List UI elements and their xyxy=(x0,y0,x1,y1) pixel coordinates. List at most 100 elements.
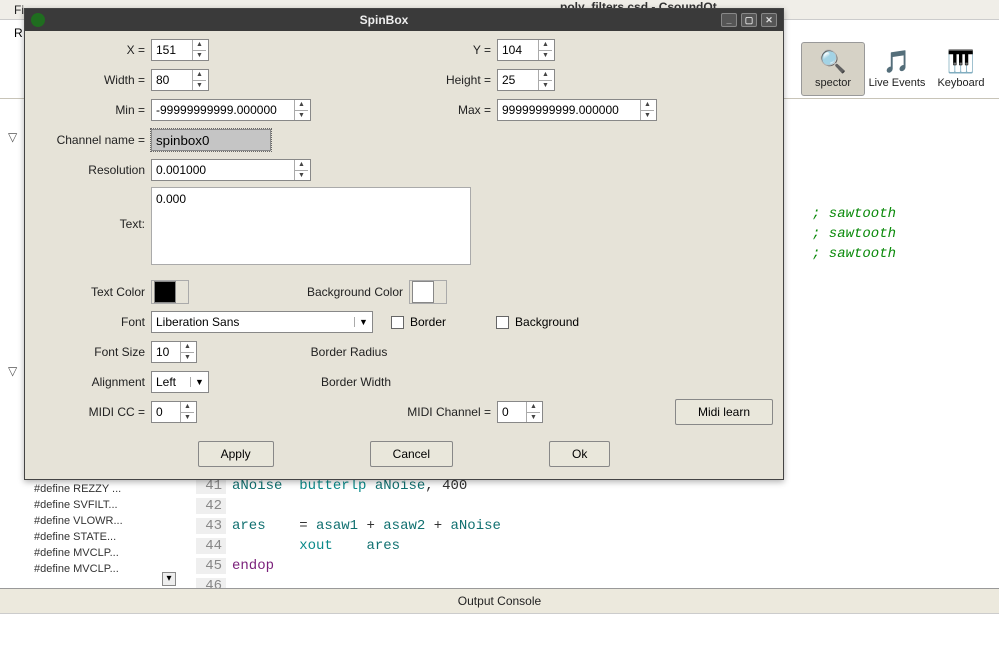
stepper-up-icon[interactable]: ▲ xyxy=(539,40,552,51)
ok-button[interactable]: Ok xyxy=(549,441,610,467)
stepper-down-icon[interactable]: ▼ xyxy=(181,353,194,363)
stepper-down-icon[interactable]: ▼ xyxy=(527,413,540,423)
stepper-up-icon[interactable]: ▲ xyxy=(181,342,194,353)
width-input[interactable] xyxy=(152,70,192,90)
text-field[interactable]: 0.000 xyxy=(151,187,471,265)
panel-collapse-icon[interactable]: ▽ xyxy=(8,364,24,378)
define-item[interactable]: #define REZZY ... xyxy=(34,481,179,497)
line-number: 44 xyxy=(196,538,226,554)
midi-channel-spinner[interactable]: ▲▼ xyxy=(497,401,543,423)
font-size-input[interactable] xyxy=(152,342,180,362)
toolbar-label: Live Events xyxy=(869,77,926,89)
stepper-up-icon[interactable]: ▲ xyxy=(193,70,206,81)
minimize-icon[interactable]: _ xyxy=(721,13,737,27)
chevron-down-icon[interactable]: ▼ xyxy=(190,377,208,387)
dialog-titlebar[interactable]: SpinBox _ ▢ ✕ xyxy=(25,9,783,31)
y-input[interactable] xyxy=(498,40,538,60)
defines-dropdown-icon[interactable]: ▾ xyxy=(162,572,176,586)
x-input[interactable] xyxy=(152,40,192,60)
define-item[interactable]: #define VLOWR... xyxy=(34,513,179,529)
line-number: 43 xyxy=(196,518,226,534)
panel-collapse-icon[interactable]: ▽ xyxy=(8,130,24,144)
font-size-spinner[interactable]: ▲▼ xyxy=(151,341,197,363)
stepper-down-icon[interactable]: ▼ xyxy=(193,51,206,61)
code-text: ares = asaw1 + asaw2 + aNoise xyxy=(232,518,501,534)
text-color-label: Text Color xyxy=(35,285,151,299)
stepper-down-icon[interactable]: ▼ xyxy=(295,171,308,181)
stepper-down-icon[interactable]: ▼ xyxy=(295,111,308,121)
height-spinner[interactable]: ▲▼ xyxy=(497,69,555,91)
max-spinner[interactable]: ▲▼ xyxy=(497,99,657,121)
code-text: xout ares xyxy=(232,538,400,554)
define-item[interactable]: #define SVFILT... xyxy=(34,497,179,513)
define-item[interactable]: #define MVCLP... xyxy=(34,545,179,561)
midi-cc-input[interactable] xyxy=(152,402,180,422)
chevron-down-icon[interactable]: ▼ xyxy=(354,317,372,327)
spinbox-properties-dialog: SpinBox _ ▢ ✕ X = ▲▼ Y = ▲▼ Width = ▲▼ xyxy=(24,8,784,480)
text-color-button[interactable] xyxy=(151,280,189,304)
cancel-button[interactable]: Cancel xyxy=(370,441,453,467)
toolbar-keyboard[interactable]: 🎹Keyboard xyxy=(929,42,993,96)
background-checkbox[interactable] xyxy=(496,316,509,329)
stepper-up-icon[interactable]: ▲ xyxy=(641,100,654,111)
resolution-input[interactable] xyxy=(152,160,294,180)
stepper-up-icon[interactable]: ▲ xyxy=(527,402,540,413)
font-value: Liberation Sans xyxy=(152,315,354,329)
midi-cc-spinner[interactable]: ▲▼ xyxy=(151,401,197,423)
max-input[interactable] xyxy=(498,100,640,120)
stepper-up-icon[interactable]: ▲ xyxy=(295,100,308,111)
min-input[interactable] xyxy=(152,100,294,120)
code-line[interactable]: 43 ares = asaw1 + asaw2 + aNoise xyxy=(196,516,796,536)
code-line[interactable]: 44 xout ares xyxy=(196,536,796,556)
maximize-icon[interactable]: ▢ xyxy=(741,13,757,27)
define-item[interactable]: #define MVCLP... xyxy=(34,561,179,577)
menu-r-initial[interactable]: R xyxy=(14,26,23,40)
apply-button[interactable]: Apply xyxy=(198,441,274,467)
border-checklabel: Border xyxy=(410,315,446,329)
stepper-down-icon[interactable]: ▼ xyxy=(539,51,552,61)
toolbar-right: 🔍spector 🎵 Live Events🎹Keyboard xyxy=(801,42,993,96)
resolution-spinner[interactable]: ▲▼ xyxy=(151,159,311,181)
stepper-up-icon[interactable]: ▲ xyxy=(181,402,194,413)
resolution-label: Resolution xyxy=(35,163,151,177)
stepper-down-icon[interactable]: ▼ xyxy=(181,413,194,423)
channel-name-input[interactable] xyxy=(151,129,271,151)
stepper-up-icon[interactable]: ▲ xyxy=(539,70,552,81)
live-events-icon: 🎵 xyxy=(883,49,910,75)
stepper-down-icon[interactable]: ▼ xyxy=(539,81,552,91)
code-editor[interactable]: 41aNoise butterlp aNoise, 4004243ares = … xyxy=(196,476,796,596)
font-label: Font xyxy=(35,315,151,329)
define-item[interactable]: #define STATE... xyxy=(34,529,179,545)
menu-file-initial[interactable]: Fi xyxy=(14,3,24,17)
toolbar-live-events[interactable]: 🎵 Live Events xyxy=(865,42,929,96)
line-number: 42 xyxy=(196,498,226,514)
toolbar-label: spector xyxy=(815,77,851,89)
toolbar-spector[interactable]: 🔍spector xyxy=(801,42,865,96)
text-label: Text: xyxy=(35,187,151,231)
code-line[interactable]: 45endop xyxy=(196,556,796,576)
alignment-value: Left xyxy=(152,375,190,389)
font-combo[interactable]: Liberation Sans ▼ xyxy=(151,311,373,333)
output-console-tab[interactable]: Output Console xyxy=(0,588,999,614)
midi-channel-input[interactable] xyxy=(498,402,526,422)
min-spinner[interactable]: ▲▼ xyxy=(151,99,311,121)
dialog-title: SpinBox xyxy=(51,13,717,27)
stepper-down-icon[interactable]: ▼ xyxy=(193,81,206,91)
code-line[interactable]: 42 xyxy=(196,496,796,516)
keyboard-icon: 🎹 xyxy=(947,49,974,75)
border-width-label: Border Width xyxy=(209,375,509,389)
stepper-up-icon[interactable]: ▲ xyxy=(295,160,308,171)
stepper-up-icon[interactable]: ▲ xyxy=(193,40,206,51)
border-checkbox[interactable] xyxy=(391,316,404,329)
height-input[interactable] xyxy=(498,70,538,90)
alignment-combo[interactable]: Left ▼ xyxy=(151,371,209,393)
width-spinner[interactable]: ▲▼ xyxy=(151,69,209,91)
midi-learn-button[interactable]: Midi learn xyxy=(675,399,773,425)
stepper-down-icon[interactable]: ▼ xyxy=(641,111,654,121)
y-spinner[interactable]: ▲▼ xyxy=(497,39,555,61)
midi-cc-label: MIDI CC = xyxy=(35,405,151,419)
bg-color-button[interactable] xyxy=(409,280,447,304)
x-spinner[interactable]: ▲▼ xyxy=(151,39,209,61)
height-label: Height = xyxy=(209,73,497,87)
close-icon[interactable]: ✕ xyxy=(761,13,777,27)
